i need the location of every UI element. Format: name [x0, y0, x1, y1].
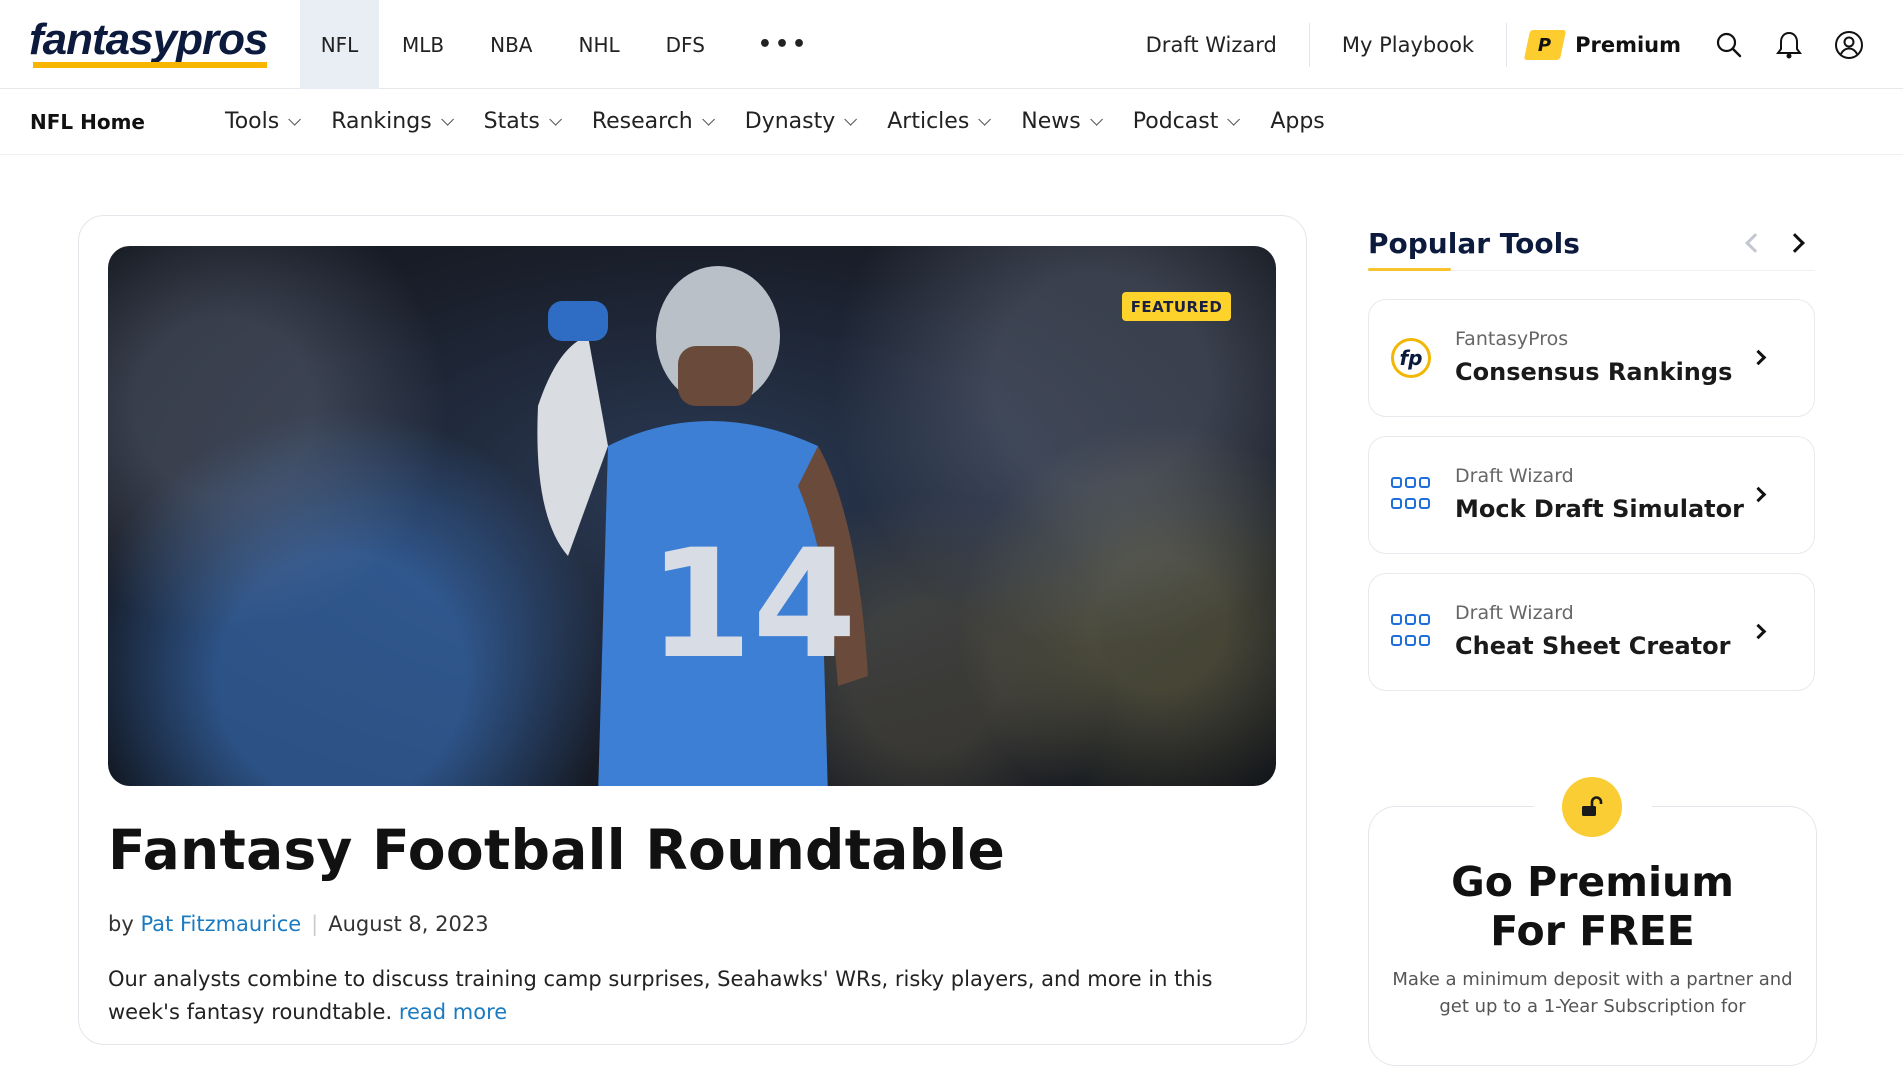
logo-underline [33, 62, 267, 68]
sub-navigation: NFL Home Tools Rankings Stats Research D… [0, 89, 1903, 155]
subnav-articles[interactable]: Articles [887, 109, 992, 134]
chevron-right-icon [1750, 486, 1767, 503]
chevron-down-icon [1227, 113, 1241, 126]
tab-dfs[interactable]: DFS [643, 0, 728, 89]
chevron-right-icon [1750, 623, 1767, 640]
sport-tabs: NFL MLB NBA NHL DFS ••• [300, 0, 832, 89]
chevron-down-icon [549, 113, 562, 126]
carousel-next-icon[interactable] [1785, 233, 1805, 253]
fantasypros-fp-icon: fp [1391, 338, 1431, 378]
tab-nba[interactable]: NBA [467, 0, 555, 89]
article-excerpt: Our analysts combine to discuss training… [108, 967, 1213, 1024]
article-date: August 8, 2023 [328, 912, 489, 936]
tool-card-mock-draft-simulator[interactable]: Draft Wizard Mock Draft Simulator [1368, 436, 1815, 554]
author-link[interactable]: Pat Fitzmaurice [140, 912, 301, 936]
nfl-home-link[interactable]: NFL Home [30, 110, 145, 134]
user-icon[interactable] [1819, 15, 1879, 75]
premium-button[interactable]: P Premium [1507, 29, 1699, 60]
chevron-down-icon [288, 113, 302, 126]
read-more-link[interactable]: read more [399, 1000, 507, 1024]
byline-divider: | [311, 912, 319, 936]
subnav-dynasty[interactable]: Dynasty [745, 109, 858, 134]
subnav-items: Tools Rankings Stats Research Dynasty Ar… [225, 89, 1359, 155]
right-nav: Draft Wizard My Playbook P Premium [1114, 0, 1903, 89]
carousel-prev-icon[interactable] [1745, 233, 1765, 253]
chevron-down-icon [440, 113, 454, 126]
bell-icon[interactable] [1759, 15, 1819, 75]
chevron-right-icon [1750, 349, 1767, 366]
unlock-icon [1562, 777, 1622, 837]
chevron-down-icon [978, 113, 992, 126]
subnav-stats[interactable]: Stats [484, 109, 562, 134]
svg-text:14: 14 [648, 518, 857, 692]
go-premium-title: Go Premium For FREE [1451, 858, 1734, 955]
top-header: fantasypros NFL MLB NBA NHL DFS ••• Draf… [0, 0, 1903, 89]
popular-tools-heading: Popular Tools [1368, 227, 1580, 260]
tab-mlb[interactable]: MLB [379, 0, 467, 89]
tool-card-consensus-rankings[interactable]: fp FantasyPros Consensus Rankings [1368, 299, 1815, 417]
go-premium-text: Make a minimum deposit with a partner an… [1392, 969, 1793, 1017]
featured-badge: FEATURED [1122, 292, 1231, 321]
tool-card-cheat-sheet-creator[interactable]: Draft Wizard Cheat Sheet Creator [1368, 573, 1815, 691]
article-byline: by Pat Fitzmaurice | August 8, 2023 [108, 912, 489, 936]
premium-badge-icon: P [1523, 29, 1567, 60]
subnav-apps[interactable]: Apps [1270, 109, 1324, 134]
draft-wizard-link[interactable]: Draft Wizard [1114, 22, 1310, 67]
search-icon[interactable] [1699, 15, 1759, 75]
fantasypros-logo[interactable]: fantasypros [29, 18, 271, 68]
draft-wizard-grid-icon [1391, 475, 1431, 515]
chevron-down-icon [702, 113, 715, 126]
subnav-research[interactable]: Research [592, 109, 715, 134]
premium-label: Premium [1575, 32, 1681, 57]
subnav-rankings[interactable]: Rankings [331, 109, 454, 134]
draft-wizard-grid-icon [1391, 612, 1431, 652]
tab-nfl[interactable]: NFL [300, 0, 379, 89]
article-title[interactable]: Fantasy Football Roundtable [108, 818, 1005, 882]
featured-article-image[interactable]: 14 [108, 246, 1276, 786]
subnav-podcast[interactable]: Podcast [1133, 109, 1241, 134]
my-playbook-link[interactable]: My Playbook [1310, 22, 1508, 67]
more-menu-icon[interactable]: ••• [728, 0, 832, 89]
chevron-down-icon [844, 113, 858, 126]
subnav-news[interactable]: News [1021, 109, 1103, 134]
heading-underline [1368, 268, 1451, 271]
chevron-down-icon [1090, 113, 1103, 126]
subnav-tools[interactable]: Tools [225, 109, 302, 134]
tab-nhl[interactable]: NHL [556, 0, 643, 89]
player-illustration: 14 [537, 266, 868, 786]
